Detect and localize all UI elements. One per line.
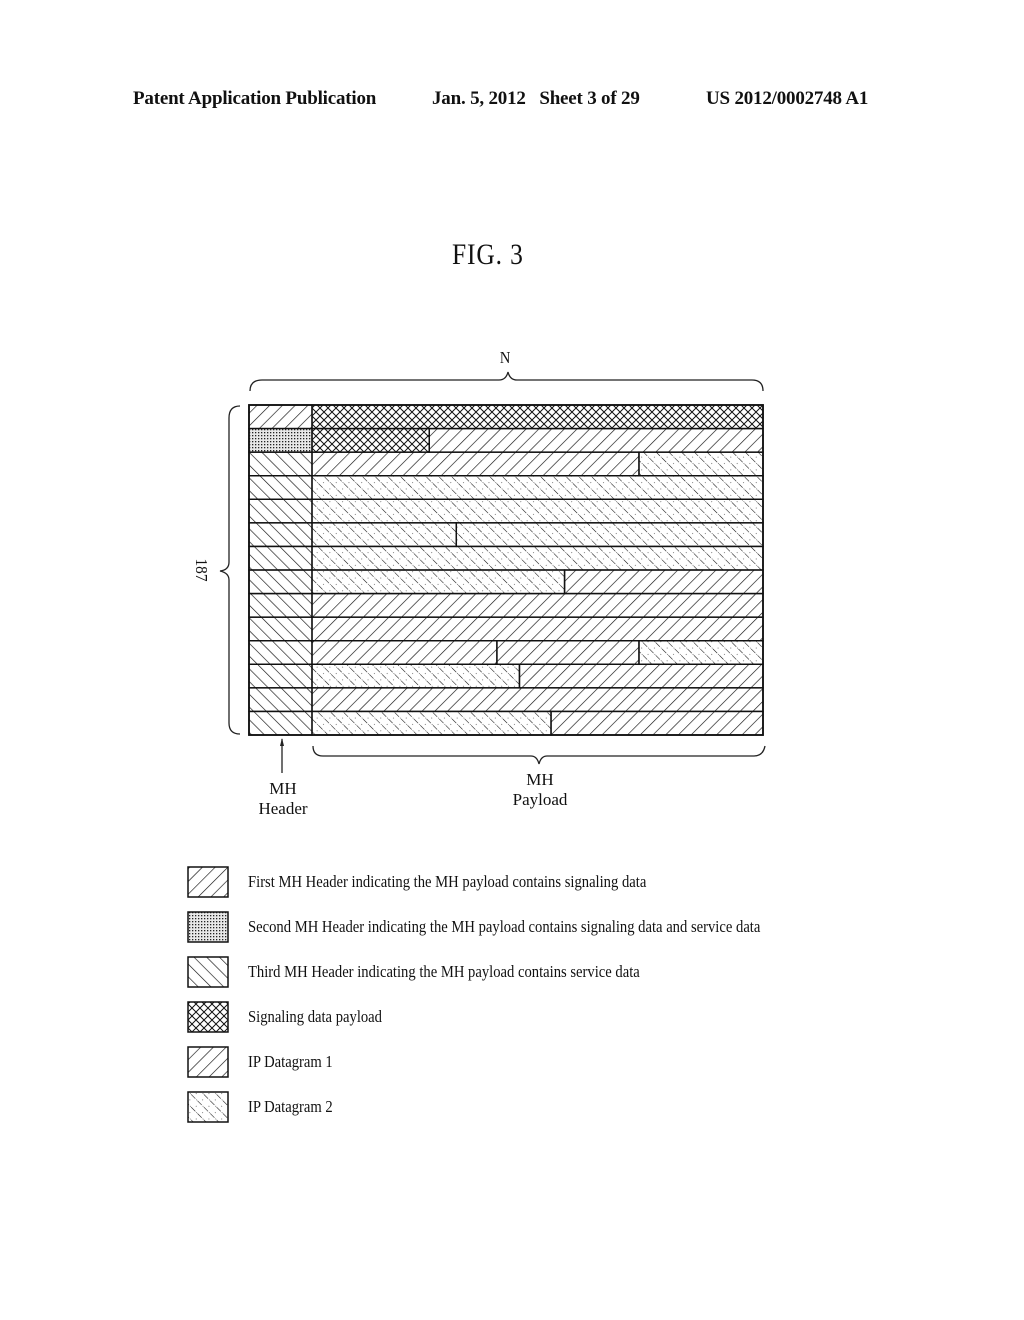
legend-item-first-header: First MH Header indicating the MH payloa… [187, 865, 711, 899]
header-arrow-head [280, 738, 284, 746]
legend-label: Signaling data payload [248, 1007, 382, 1026]
row-5-header-cell [248, 498, 313, 524]
row-13-segment-ip1 [311, 687, 764, 713]
rows-brace [219, 405, 241, 735]
legend-label: IP Datagram 1 [248, 1052, 333, 1071]
mh-header-label-line1: MH [269, 779, 297, 798]
mh-header-label: MH Header [248, 779, 318, 819]
row-2-segment-signaling [311, 427, 430, 453]
legend-item-second-header: Second MH Header indicating the MH paylo… [187, 910, 844, 944]
row-10-segment-ip1 [311, 616, 764, 642]
row-9-header-cell [248, 592, 313, 618]
row-7-header-cell [248, 545, 313, 571]
row-4-segment-ip2 [311, 475, 764, 500]
packet-structure-diagram [187, 371, 766, 1123]
row-8-segment-ip1 [563, 569, 764, 595]
row-3-segment-ip1 [311, 451, 640, 477]
legend-item-signaling: Signaling data payload [187, 1000, 404, 1034]
row-13-header-cell [248, 687, 313, 713]
rows-label: 187 [191, 558, 211, 582]
mh-payload-label-line2: Payload [512, 790, 568, 809]
row-3-header-cell [248, 451, 313, 477]
mh-payload-label-line1: MH [526, 770, 554, 789]
row-12-segment-ip1 [518, 663, 764, 689]
row-11-header-cell [248, 640, 313, 665]
row-14-header-cell [248, 710, 313, 736]
mh-payload-label: MH Payload [500, 770, 580, 810]
row-2-header-cell [248, 427, 313, 453]
row-9-segment-ip1 [311, 592, 764, 618]
legend-swatches [187, 866, 229, 1123]
row-1-header-cell [248, 404, 313, 430]
row-6-segment-ip2 [455, 522, 764, 548]
row-5-segment-ip2 [311, 498, 764, 524]
row-14-segment-ip2 [311, 710, 552, 736]
frame-grid [248, 404, 764, 736]
legend-item-ip1: IP Datagram 1 [187, 1045, 347, 1079]
row-11-segment-ip2 [638, 640, 764, 665]
row-6-header-cell [248, 522, 313, 548]
row-14-segment-ip1 [550, 710, 764, 736]
row-3-segment-ip2 [638, 451, 764, 477]
row-4-header-cell [248, 475, 313, 500]
legend-label: Second MH Header indicating the MH paylo… [248, 917, 761, 936]
row-7-segment-ip2 [311, 545, 764, 571]
row-8-segment-ip2 [311, 569, 566, 595]
row-12-header-cell [248, 663, 313, 689]
payload-brace [312, 745, 766, 765]
row-12-segment-ip2 [311, 663, 521, 689]
row-11-segment-ip1 [496, 640, 640, 665]
width-brace [249, 371, 764, 392]
row-8-header-cell [248, 569, 313, 595]
row-11-segment-ip1 [311, 640, 498, 665]
row-10-header-cell [248, 616, 313, 642]
legend-label: IP Datagram 2 [248, 1097, 333, 1116]
legend-item-ip2: IP Datagram 2 [187, 1090, 347, 1124]
width-label: N [499, 348, 511, 367]
row-1-segment-signaling [311, 404, 764, 430]
row-6-segment-ip2 [311, 522, 458, 548]
legend-label: Third MH Header indicating the MH payloa… [248, 962, 640, 981]
legend-label: First MH Header indicating the MH payloa… [248, 872, 647, 891]
mh-header-label-line2: Header [258, 799, 308, 818]
row-2-segment-ip1 [428, 427, 764, 453]
legend-item-third-header: Third MH Header indicating the MH payloa… [187, 955, 704, 989]
